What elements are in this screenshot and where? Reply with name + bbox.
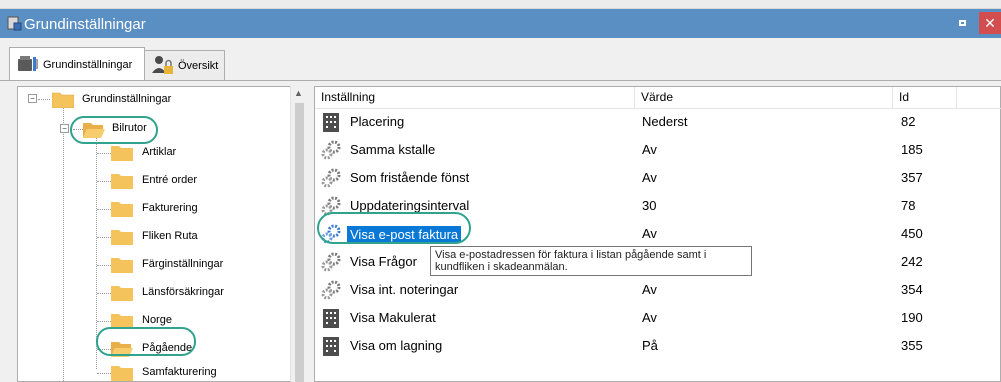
setting-name: Uppdateringsinterval bbox=[350, 198, 470, 213]
tree-node-norge[interactable]: Norge bbox=[142, 314, 172, 326]
tree-node-samfakturering[interactable]: Samfakturering bbox=[142, 366, 217, 378]
expander-bilrutor[interactable]: − bbox=[60, 124, 69, 133]
setting-value: Av bbox=[642, 282, 657, 297]
window-title: Grundinställningar bbox=[24, 16, 146, 33]
highlight-ring-visa-epost bbox=[317, 212, 471, 244]
restore-button[interactable] bbox=[955, 15, 973, 32]
tab-label: Grundinställningar bbox=[43, 59, 133, 71]
tree-connector bbox=[97, 293, 111, 294]
table-row[interactable]: Visa Makulerat Av 190 bbox=[315, 304, 1001, 332]
tree-connector bbox=[97, 321, 111, 322]
table-row[interactable]: Samma kstalle Av 185 bbox=[315, 136, 1001, 164]
setting-name: Visa int. noteringar bbox=[350, 282, 459, 297]
tree-node-farginstallningar[interactable]: Färginställningar bbox=[142, 258, 223, 270]
setting-name: Placering bbox=[350, 114, 405, 129]
tree-connector bbox=[38, 99, 50, 100]
setting-id: 190 bbox=[901, 310, 923, 325]
column-header-setting[interactable]: Inställning bbox=[315, 87, 635, 108]
setting-id: 242 bbox=[901, 254, 923, 269]
tree-connector bbox=[97, 181, 111, 182]
close-button[interactable]: ✕ bbox=[979, 12, 1001, 34]
setting-value: På bbox=[642, 338, 658, 353]
top-strip bbox=[0, 0, 1001, 9]
folder-icon bbox=[111, 366, 133, 381]
building-icon bbox=[323, 113, 339, 132]
users-lock-icon bbox=[152, 56, 173, 74]
setting-value: Av bbox=[642, 310, 657, 325]
setting-value: Av bbox=[642, 142, 657, 157]
table-row[interactable]: Visa om lagning På 355 bbox=[315, 332, 1001, 360]
building-icon bbox=[323, 337, 339, 356]
folder-icon bbox=[111, 202, 133, 217]
folder-icon bbox=[111, 146, 133, 161]
tree-node-lansforsakringar[interactable]: Länsförsäkringar bbox=[142, 286, 224, 298]
setting-id: 450 bbox=[901, 226, 923, 241]
scrollbar-thumb[interactable] bbox=[295, 103, 304, 382]
tree-scrollbar[interactable]: ▲ bbox=[290, 86, 307, 382]
expander-root[interactable]: − bbox=[28, 94, 37, 103]
setting-id: 78 bbox=[901, 198, 916, 213]
tree-node-fakturering[interactable]: Fakturering bbox=[142, 202, 198, 214]
settings-tools-icon bbox=[18, 56, 38, 71]
column-header-value[interactable]: Värde bbox=[635, 87, 893, 108]
setting-value: Av bbox=[642, 170, 657, 185]
setting-id: 354 bbox=[901, 282, 923, 297]
setting-value: Nederst bbox=[642, 114, 688, 129]
setting-id: 355 bbox=[901, 338, 923, 353]
tab-label: Översikt bbox=[178, 60, 219, 72]
setting-value: Av bbox=[642, 226, 657, 241]
folder-icon bbox=[111, 286, 133, 301]
app-icon bbox=[7, 16, 22, 31]
tree-connector bbox=[96, 129, 97, 369]
tooltip-line: Visa e-postadressen för faktura i listan… bbox=[435, 249, 707, 261]
table-row[interactable]: Som fristående fönst Av 357 bbox=[315, 164, 1001, 192]
tree-node-root[interactable]: Grundinställningar bbox=[82, 93, 171, 105]
tree-node-artiklar[interactable]: Artiklar bbox=[142, 146, 176, 158]
table-row[interactable]: Visa int. noteringar Av 354 bbox=[315, 276, 1001, 304]
setting-name: Visa Frågor bbox=[350, 254, 417, 269]
setting-name: Som fristående fönst bbox=[350, 170, 470, 185]
gears-icon bbox=[321, 280, 341, 300]
highlight-ring-bilrutor bbox=[70, 116, 158, 144]
setting-id: 185 bbox=[901, 142, 923, 157]
folder-icon bbox=[52, 92, 74, 108]
scroll-up-icon[interactable]: ▲ bbox=[294, 88, 303, 98]
tree-connector bbox=[97, 237, 111, 238]
folder-icon bbox=[111, 174, 133, 189]
tree-connector bbox=[97, 209, 111, 210]
tree-connector bbox=[97, 265, 111, 266]
setting-id: 82 bbox=[901, 114, 916, 129]
gears-icon bbox=[321, 168, 341, 188]
restore-icon bbox=[959, 20, 966, 26]
setting-name: Visa om lagning bbox=[350, 338, 443, 353]
tree-node-fliken-ruta[interactable]: Fliken Ruta bbox=[142, 230, 198, 242]
building-icon bbox=[323, 309, 339, 328]
tree-connector bbox=[97, 373, 111, 374]
highlight-ring-pagaende bbox=[96, 327, 196, 356]
tree-node-entre-order[interactable]: Entré order bbox=[142, 174, 197, 186]
setting-value: 30 bbox=[642, 198, 657, 213]
setting-id: 357 bbox=[901, 170, 923, 185]
gears-icon bbox=[321, 140, 341, 160]
folder-icon bbox=[111, 230, 133, 245]
setting-name: Visa Makulerat bbox=[350, 310, 436, 325]
setting-name: Samma kstalle bbox=[350, 142, 436, 157]
title-bar[interactable]: Grundinställningar ✕ bbox=[0, 9, 1001, 38]
tab-oversikt[interactable]: Översikt bbox=[145, 50, 225, 80]
tooltip: Visa e-postadressen för faktura i listan… bbox=[430, 246, 752, 276]
tree-connector bbox=[63, 105, 64, 381]
folder-icon bbox=[111, 258, 133, 273]
gears-icon bbox=[321, 252, 341, 272]
table-row[interactable]: Placering Nederst 82 bbox=[315, 108, 1001, 136]
tooltip-line: kundfliken i skadeanmälan. bbox=[435, 261, 568, 273]
column-header-id[interactable]: Id bbox=[893, 87, 957, 108]
tab-grundinstallningar[interactable]: Grundinställningar bbox=[9, 47, 145, 81]
tree-connector bbox=[97, 153, 111, 154]
tab-bar: Grundinställningar Översikt bbox=[0, 38, 1001, 81]
